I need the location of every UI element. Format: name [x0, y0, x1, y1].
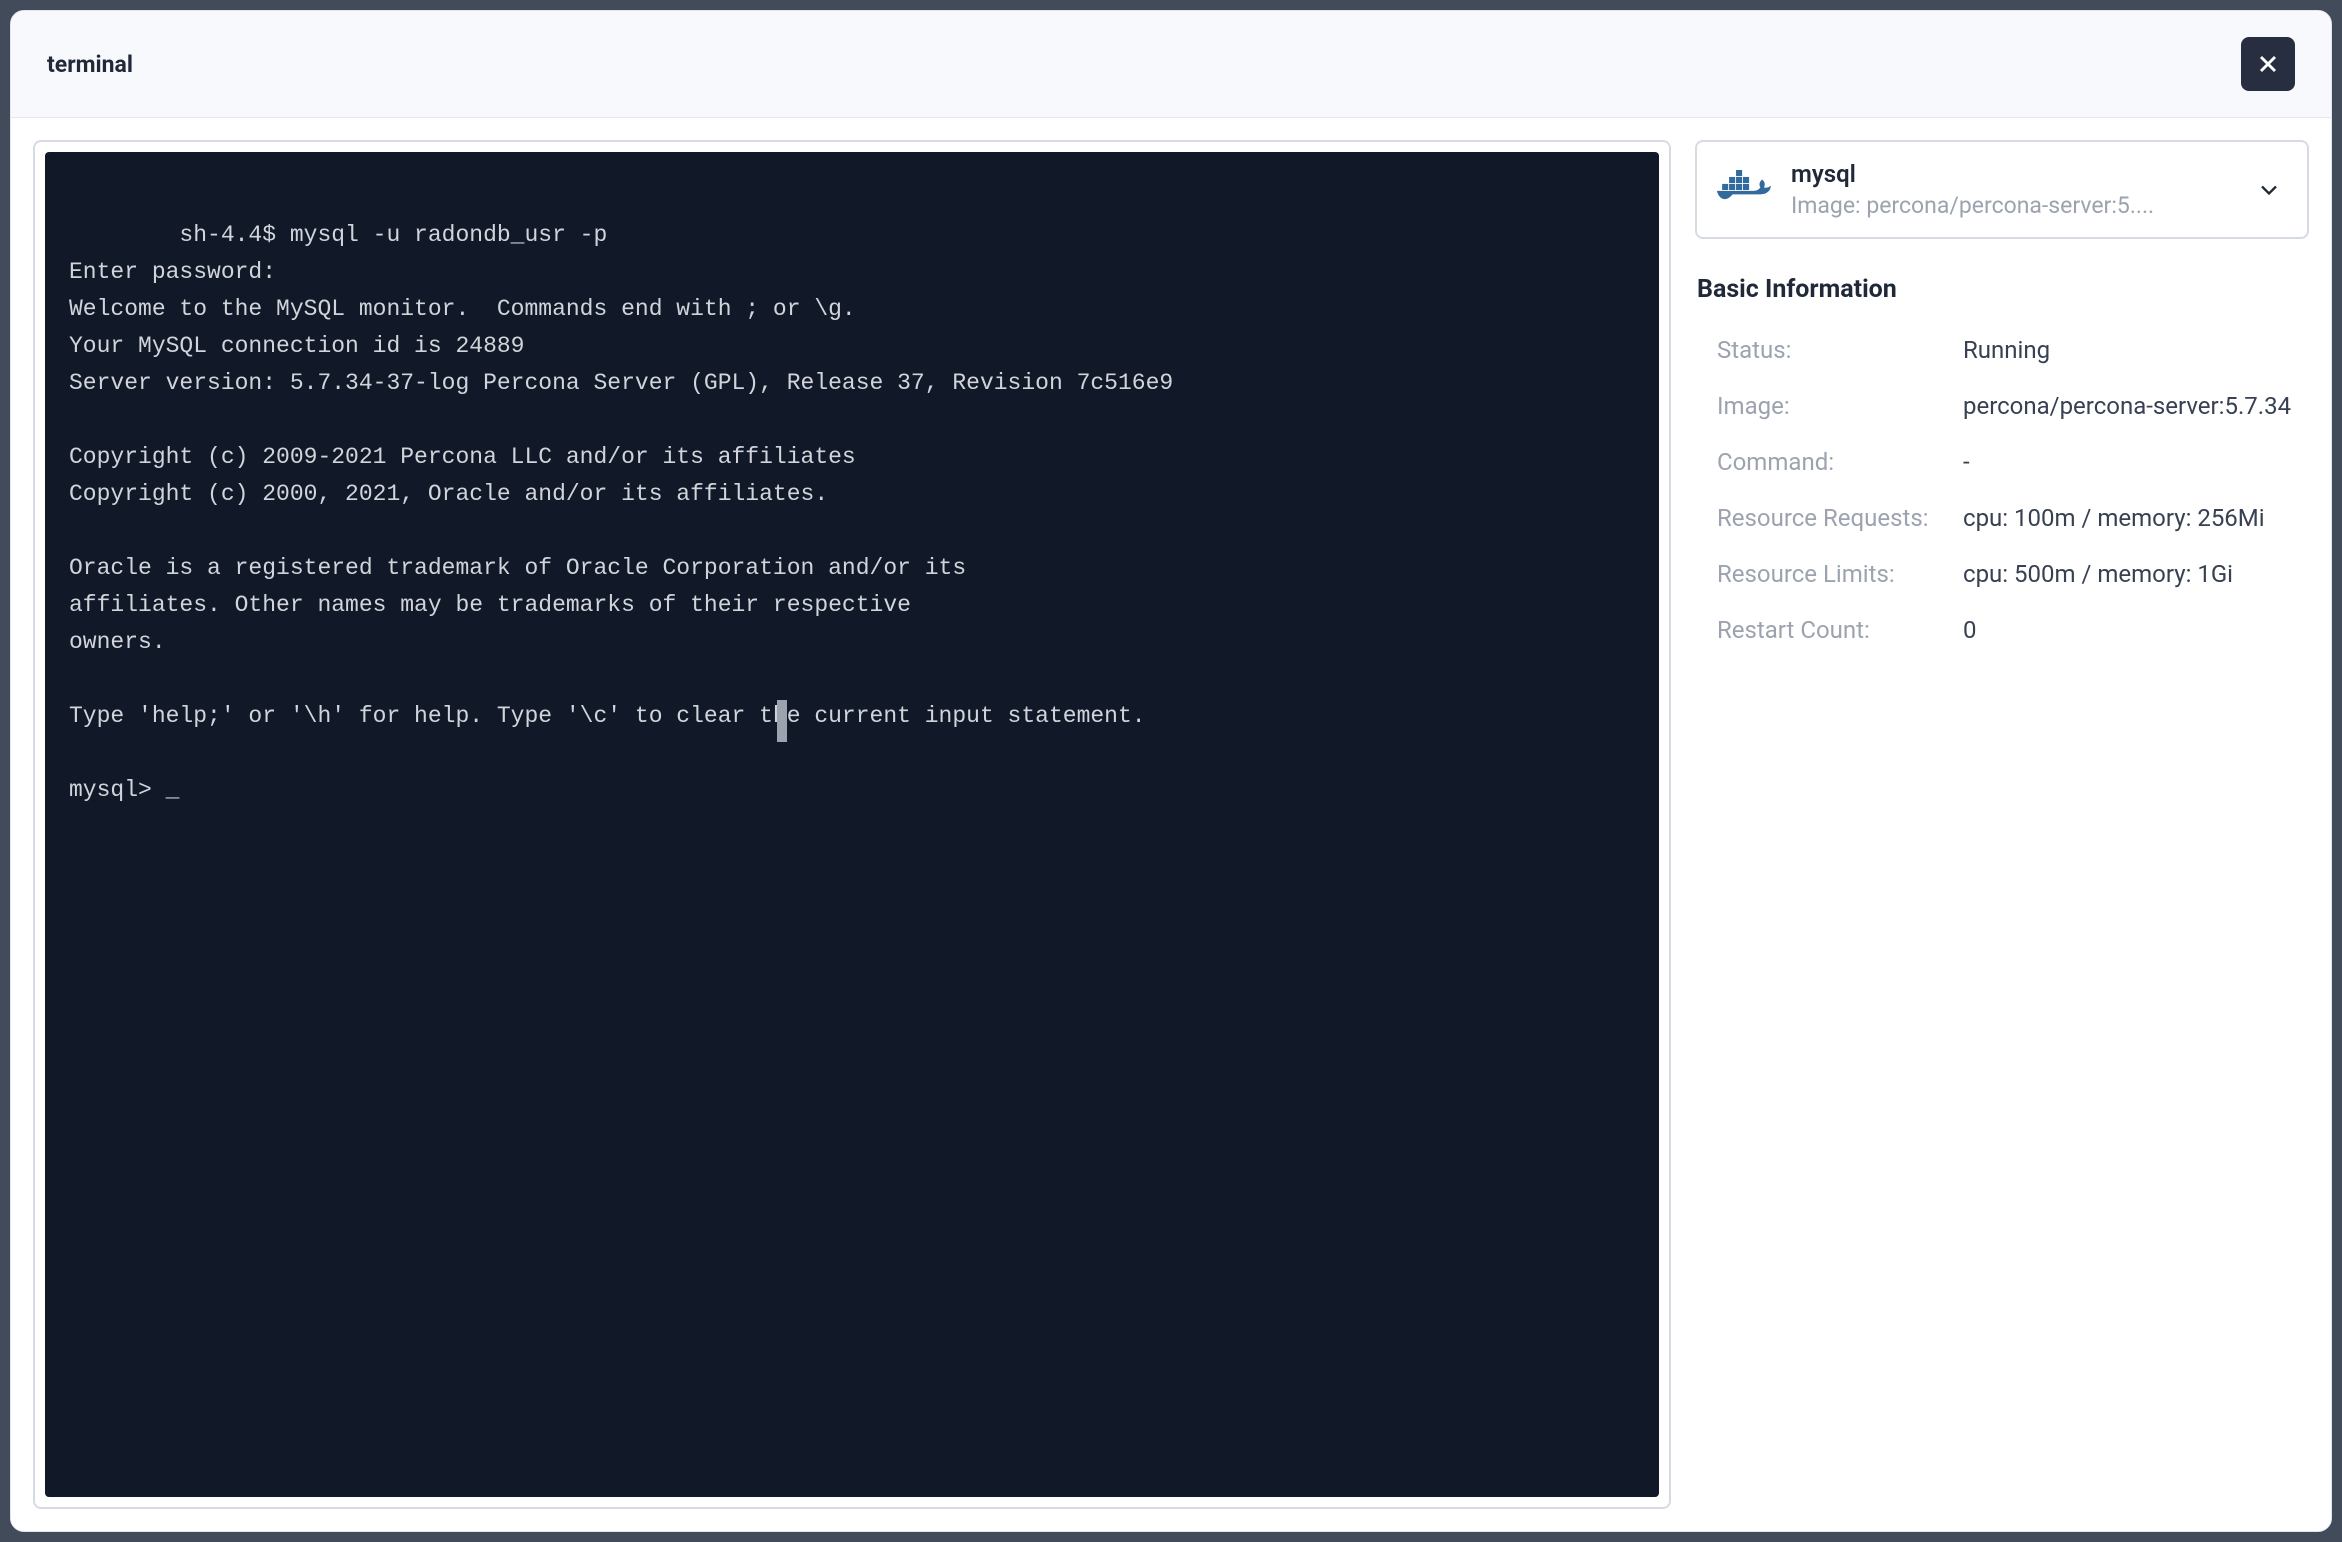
info-label: Restart Count: [1717, 616, 1963, 644]
side-panel: mysql Image: percona/percona-server:5...… [1695, 140, 2309, 1509]
container-selector[interactable]: mysql Image: percona/percona-server:5...… [1695, 140, 2309, 239]
info-row-restart-count: Restart Count: 0 [1717, 602, 2309, 658]
info-value: percona/percona-server:5.7.34 [1963, 392, 2309, 420]
docker-icon [1715, 162, 1771, 218]
close-icon [2254, 50, 2282, 78]
terminal-modal: terminal sh-4.4$ mysql -u radondb_usr -p… [10, 10, 2332, 1532]
info-value: - [1963, 448, 2309, 476]
close-button[interactable] [2241, 37, 2295, 91]
info-list: Status: Running Image: percona/percona-s… [1695, 322, 2309, 658]
container-name: mysql [1791, 160, 2235, 188]
info-value: cpu: 500m / memory: 1Gi [1963, 560, 2309, 588]
info-label: Image: [1717, 392, 1963, 420]
info-row-command: Command: - [1717, 434, 2309, 490]
container-image-label: Image: percona/percona-server:5.... [1791, 192, 2235, 219]
terminal[interactable]: sh-4.4$ mysql -u radondb_usr -p Enter pa… [45, 152, 1659, 1497]
info-label: Status: [1717, 336, 1963, 364]
info-label: Resource Limits: [1717, 560, 1963, 588]
modal-title: terminal [47, 51, 133, 78]
modal-body: sh-4.4$ mysql -u radondb_usr -p Enter pa… [11, 118, 2331, 1531]
container-info: mysql Image: percona/percona-server:5...… [1791, 160, 2235, 219]
chevron-down-icon [2255, 176, 2283, 204]
terminal-cursor-indicator [777, 700, 787, 742]
info-label: Resource Requests: [1717, 504, 1963, 532]
info-row-resource-requests: Resource Requests: cpu: 100m / memory: 2… [1717, 490, 2309, 546]
info-value: cpu: 100m / memory: 256Mi [1963, 504, 2309, 532]
info-row-resource-limits: Resource Limits: cpu: 500m / memory: 1Gi [1717, 546, 2309, 602]
modal-header: terminal [11, 11, 2331, 118]
info-label: Command: [1717, 448, 1963, 476]
info-value: Running [1963, 336, 2309, 364]
info-value: 0 [1963, 616, 2309, 644]
info-row-status: Status: Running [1717, 322, 2309, 378]
terminal-output: sh-4.4$ mysql -u radondb_usr -p Enter pa… [69, 222, 1173, 803]
info-row-image: Image: percona/percona-server:5.7.34 [1717, 378, 2309, 434]
basic-information-title: Basic Information [1695, 275, 2309, 304]
terminal-container: sh-4.4$ mysql -u radondb_usr -p Enter pa… [33, 140, 1671, 1509]
